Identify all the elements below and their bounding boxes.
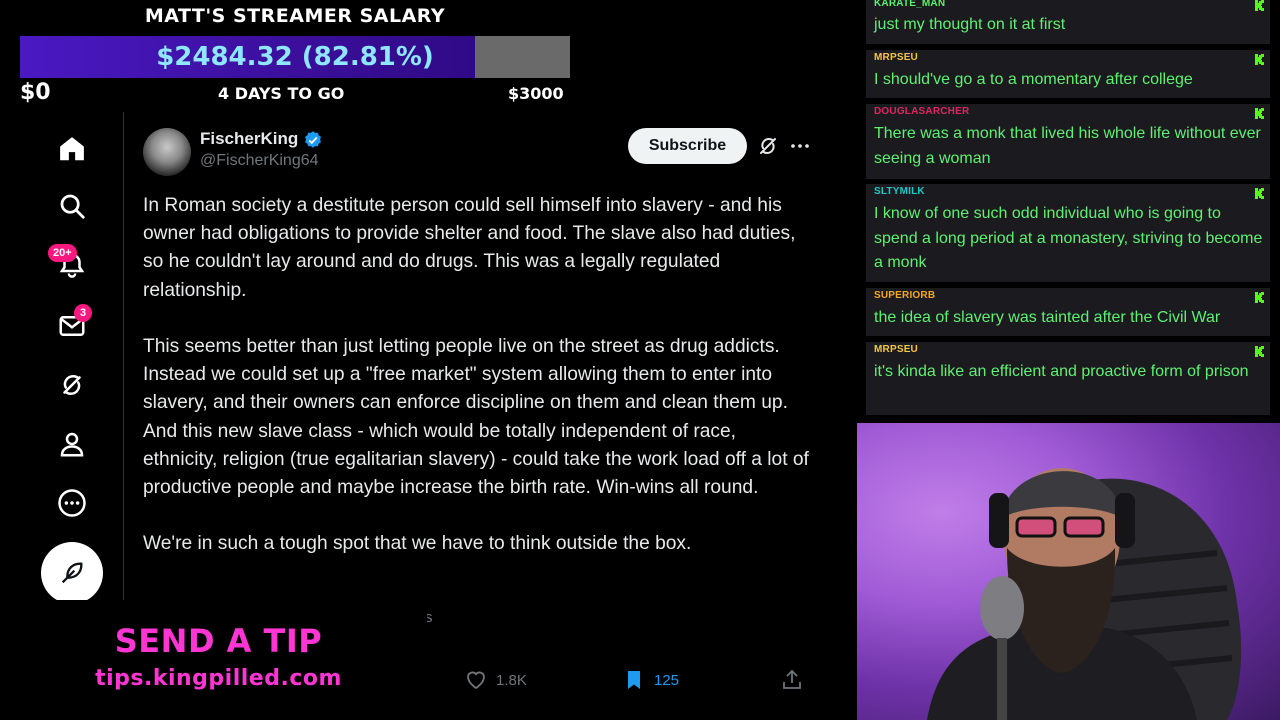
chat-text: just my thought on it at first (874, 16, 1066, 33)
chat-message: SUPERIORB the idea of slavery was tainte… (866, 288, 1270, 336)
chat-username: SLTYMILK (874, 186, 925, 197)
nav-grok[interactable] (50, 363, 94, 407)
salary-overlay: MATT'S STREAMER SALARY $2484.32 (82.81%)… (0, 0, 590, 112)
tip-title: SEND A TIP (114, 622, 323, 660)
chat-username: MRPSEU (874, 52, 918, 63)
salary-min: $0 (20, 80, 51, 105)
salary-amount: $2484.32 (82.81%) (156, 42, 434, 72)
profile-icon (60, 432, 84, 457)
kick-icon (1255, 188, 1264, 199)
author-handle[interactable]: @FischerKing64 (200, 152, 319, 170)
sidebar-nav: 20+ 3 (0, 112, 124, 604)
nav-profile[interactable] (50, 422, 94, 466)
chat-username: KARATE_MAN (874, 0, 946, 9)
tweet-text: In Roman society a destitute person coul… (143, 192, 815, 587)
salary-max: $3000 (508, 84, 564, 103)
chat-username: MRPSEU (874, 344, 918, 355)
heart-icon (467, 671, 485, 690)
like-count: 1.8K (496, 671, 527, 689)
nav-home[interactable] (50, 127, 94, 171)
chat-text: I should've go a to a momentary after co… (874, 71, 1193, 88)
chat-username: SUPERIORB (874, 290, 936, 301)
tweet-paragraph: This seems better than just letting peop… (143, 336, 809, 499)
kick-icon (1255, 54, 1264, 65)
chat-username: DOUGLASARCHER (874, 106, 970, 117)
subscribe-button[interactable]: Subscribe (628, 128, 747, 164)
avatar[interactable] (143, 128, 191, 176)
bookmark-button[interactable]: 125 (622, 668, 679, 692)
nav-explore[interactable] (50, 184, 94, 228)
verified-badge-icon (305, 131, 321, 148)
grok-icon[interactable] (756, 134, 780, 158)
author-display-name[interactable]: FischerKing (200, 129, 298, 149)
kick-icon (1255, 292, 1264, 303)
share-button[interactable] (780, 668, 804, 692)
salary-days-left: 4 DAYS TO GO (218, 84, 345, 103)
salary-title: MATT'S STREAMER SALARY (144, 5, 446, 27)
tweet-paragraph: In Roman society a destitute person coul… (143, 195, 796, 301)
chat-text: the idea of slavery was tainted after th… (874, 309, 1221, 326)
feather-icon (61, 562, 83, 584)
streamer-webcam-image (927, 468, 1242, 720)
tip-overlay: SEND A TIP tips.kingpilled.com (0, 600, 427, 720)
nav-messages[interactable]: 3 (50, 304, 94, 348)
chat-message: KARATE_MAN just my thought on it at firs… (866, 0, 1270, 44)
tip-url: tips.kingpilled.com (95, 666, 342, 691)
nav-notifications[interactable]: 20+ (48, 244, 94, 288)
home-icon (60, 137, 84, 161)
kick-icon (1255, 346, 1264, 357)
kick-icon (1255, 108, 1264, 119)
chat-message: SLTYMILK I know of one such odd individu… (866, 184, 1270, 282)
tweet-paragraph: We're in such a tough spot that we have … (143, 533, 692, 555)
bookmark-count: 125 (654, 671, 680, 689)
chat-message: MRPSEU it's kinda like an efficient and … (866, 342, 1270, 415)
share-icon (783, 669, 801, 689)
tweet-actions: 1.8K 125 (427, 652, 812, 707)
webcam-feed (857, 423, 1280, 720)
grok-icon (63, 374, 81, 396)
messages-badge: 3 (74, 304, 92, 322)
chat-message: DOUGLASARCHER There was a monk that live… (866, 104, 1270, 179)
chat-text: There was a monk that lived his whole li… (874, 125, 1261, 167)
chat-panel: KARATE_MAN just my thought on it at firs… (866, 0, 1280, 416)
chat-text: it's kinda like an efficient and proacti… (874, 363, 1249, 380)
like-button[interactable]: 1.8K (464, 668, 527, 692)
search-icon (60, 194, 85, 219)
more-circle-icon (58, 489, 86, 517)
compose-post-button[interactable] (41, 542, 103, 604)
chat-message: MRPSEU I should've go a to a momentary a… (866, 50, 1270, 98)
nav-more[interactable] (50, 481, 94, 525)
chat-text: I know of one such odd individual who is… (874, 205, 1263, 271)
more-options-icon[interactable] (788, 134, 812, 158)
kick-icon (1255, 0, 1264, 11)
salary-progress-bar: $2484.32 (82.81%) (20, 36, 570, 78)
notifications-badge: 20+ (48, 244, 77, 262)
bookmark-icon (628, 671, 640, 689)
